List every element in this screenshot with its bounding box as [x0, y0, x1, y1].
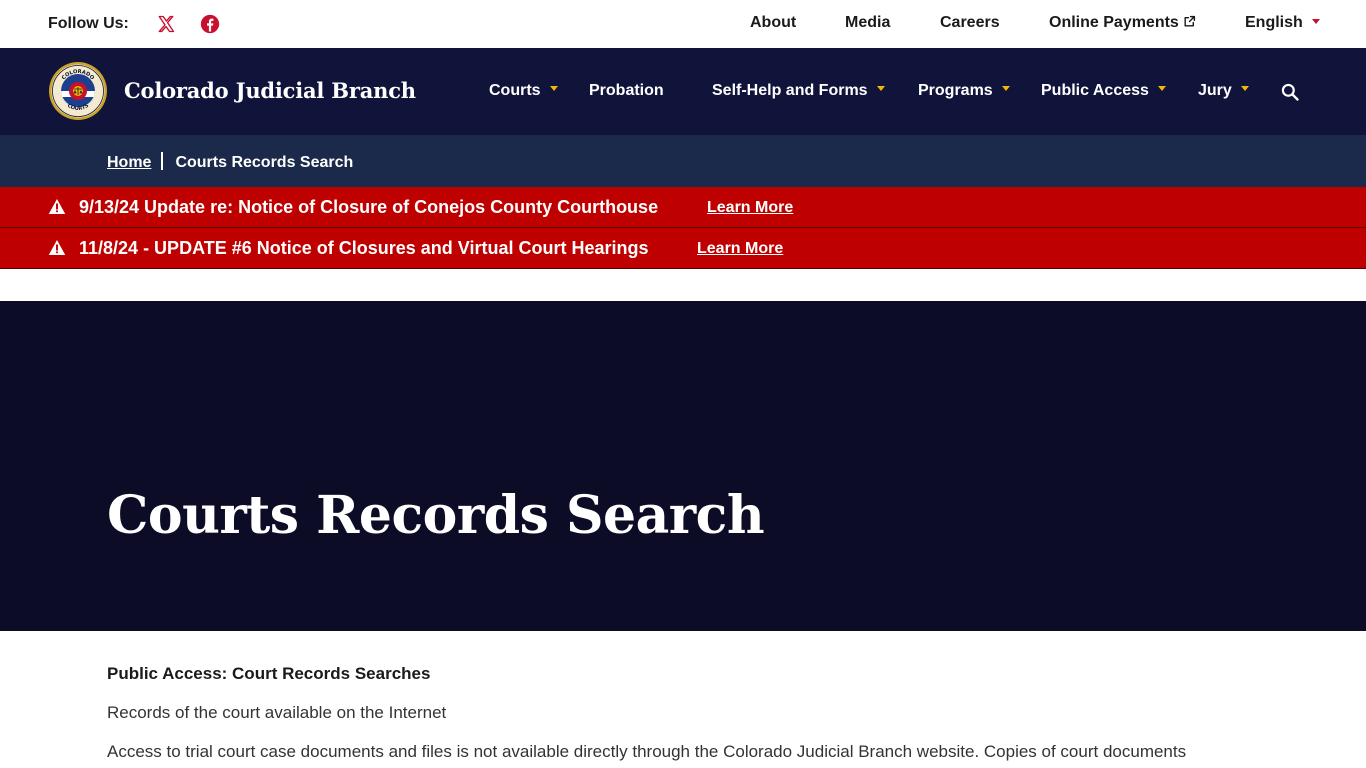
chevron-down-icon: [1240, 86, 1249, 91]
alert-learn-more-link[interactable]: Learn More: [707, 199, 793, 217]
content-paragraph: Records of the court available on the In…: [107, 703, 447, 722]
nav-probation[interactable]: Probation: [589, 82, 664, 100]
about-link[interactable]: About: [750, 14, 796, 32]
chevron-down-icon: [1001, 86, 1010, 91]
nav-programs[interactable]: Programs: [918, 82, 1010, 100]
section-heading: Public Access: Court Records Searches: [107, 664, 431, 683]
follow-us: Follow Us:: [48, 0, 243, 48]
alert-learn-more-link[interactable]: Learn More: [697, 240, 783, 258]
alert-message: 9/13/24 Update re: Notice of Closure of …: [79, 197, 659, 217]
breadcrumb-home-link[interactable]: Home: [107, 154, 151, 171]
breadcrumb-current: Courts Records Search: [175, 154, 354, 171]
nav-jury[interactable]: Jury: [1198, 82, 1249, 100]
chevron-down-icon: [549, 86, 558, 91]
nav-courts-label: Courts: [489, 82, 541, 99]
online-payments-link[interactable]: Online Payments: [1049, 14, 1196, 32]
main-content: Public Access: Court Records Searches Re…: [107, 664, 1267, 768]
nav-self-help-and-forms[interactable]: Self-Help and Forms: [712, 82, 885, 100]
nav-courts[interactable]: Courts: [489, 82, 558, 100]
warning-icon: [48, 240, 66, 255]
x-icon[interactable]: [155, 13, 177, 35]
follow-us-label: Follow Us:: [48, 15, 129, 32]
main-navigation: COLORADO COURTS Colorado Judicial Branch…: [0, 48, 1366, 135]
utility-bar: Follow Us: About Media Careers Online Pa…: [0, 0, 1366, 48]
colorado-courts-seal-logo[interactable]: COLORADO COURTS: [48, 61, 108, 121]
breadcrumb-separator: [161, 152, 164, 170]
alert-message: 11/8/24 - UPDATE #6 Notice of Closures a…: [79, 238, 649, 258]
nav-public-access-label: Public Access: [1041, 82, 1149, 99]
chevron-down-icon: [1157, 86, 1166, 91]
breadcrumb: Home Courts Records Search: [107, 152, 353, 172]
chevron-down-icon: [1311, 19, 1320, 24]
facebook-icon[interactable]: [199, 13, 221, 35]
site-brand-name[interactable]: Colorado Judicial Branch: [124, 78, 416, 103]
breadcrumb-bar: Home Courts Records Search: [0, 135, 1366, 187]
nav-jury-label: Jury: [1198, 82, 1232, 99]
online-payments-label: Online Payments: [1049, 14, 1179, 31]
nav-programs-label: Programs: [918, 82, 993, 99]
careers-link[interactable]: Careers: [940, 14, 1000, 32]
media-link[interactable]: Media: [845, 14, 890, 32]
language-label: English: [1245, 14, 1303, 31]
language-select[interactable]: English: [1245, 14, 1320, 32]
hero-banner: Courts Records Search: [0, 301, 1366, 631]
chevron-down-icon: [876, 86, 885, 91]
alert-banner: 11/8/24 - UPDATE #6 Notice of Closures a…: [0, 228, 1366, 269]
page-title: Courts Records Search: [107, 485, 765, 546]
alert-banner: 9/13/24 Update re: Notice of Closure of …: [0, 187, 1366, 228]
nav-self-help-label: Self-Help and Forms: [712, 82, 868, 99]
nav-public-access[interactable]: Public Access: [1041, 82, 1166, 100]
warning-icon: [48, 199, 66, 214]
search-icon[interactable]: [1280, 82, 1300, 102]
external-link-icon: [1184, 15, 1195, 27]
content-paragraph: Access to trial court case documents and…: [107, 742, 1187, 761]
